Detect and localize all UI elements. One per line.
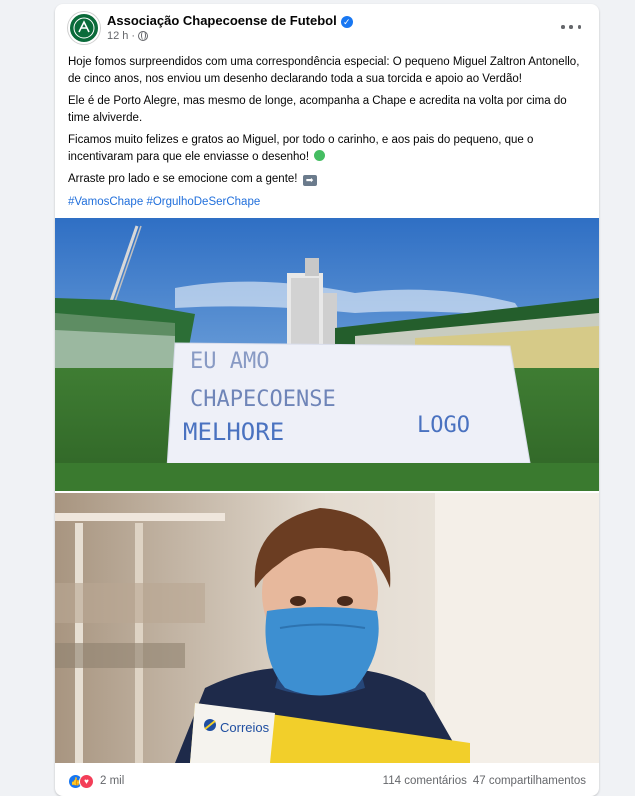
shares-count[interactable]: 47 compartilhamentos [473,775,586,787]
right-arrow-emoji: ➡ [302,175,317,186]
boy-photo-image: Correios [55,493,599,763]
paper-text-line: LOGO [417,413,470,438]
correios-logo-text: Correios [220,720,270,735]
globe-icon [138,31,149,41]
reaction-count[interactable]: 2 mil [100,775,124,787]
page-name[interactable]: Associação Chapecoense de Futebol ✓ [107,13,353,28]
post-paragraph-text: Ficamos muito felizes e gratos ao Miguel… [68,134,534,163]
page-name-text[interactable]: Associação Chapecoense de Futebol [107,13,337,28]
post-time[interactable]: 12 h [107,30,128,42]
paper-text-line: MELHORE [183,418,284,446]
hashtag-link[interactable]: #OrgulhoDeSerChape [146,196,260,208]
love-reaction-icon: ♥ [79,773,94,789]
post-stats: 114 comentários 47 compartilhamentos [383,775,586,787]
hashtag-link[interactable]: #VamosChape [68,196,143,208]
verified-badge-icon: ✓ [340,16,353,28]
post-paragraph: Ficamos muito felizes e gratos ao Miguel… [68,132,586,165]
photo-boy[interactable]: Correios [55,493,599,763]
paper-text-line: EU AMO [190,349,269,374]
hashtags: #VamosChape #OrgulhoDeSerChape [55,194,599,210]
chapecoense-logo-icon [71,15,97,41]
more-options-icon[interactable] [561,18,581,36]
post-body: Hoje fomos surpreendidos com uma corresp… [55,50,599,188]
paper-text-line: CHAPECOENSE [190,387,336,412]
post-card: Associação Chapecoense de Futebol ✓ 12 h … [55,4,599,796]
post-footer: 👍 ♥ 2 mil 114 comentários 47 compartilha… [55,766,599,796]
green-heart-emoji [314,149,326,161]
meta-separator: · [131,30,136,42]
reactions-summary[interactable]: 👍 ♥ 2 mil [68,773,124,789]
post-header: Associação Chapecoense de Futebol ✓ 12 h … [55,4,599,50]
post-paragraph-text: Arraste pro lado e se emocione com a gen… [68,173,298,185]
post-paragraph: Arraste pro lado e se emocione com a gen… [68,171,586,188]
post-meta: 12 h · [107,30,149,42]
page-avatar[interactable] [68,12,100,44]
photo-stadium[interactable]: EU AMO CHAPECOENSE MELHORE LOGO [55,218,599,491]
reaction-icons: 👍 ♥ [68,773,94,789]
comments-count[interactable]: 114 comentários [383,775,467,787]
stadium-photo-image: EU AMO CHAPECOENSE MELHORE LOGO [55,218,599,491]
post-paragraph: Ele é de Porto Alegre, mas mesmo de long… [68,95,567,124]
post-paragraph: Hoje fomos surpreendidos com uma corresp… [68,56,580,85]
